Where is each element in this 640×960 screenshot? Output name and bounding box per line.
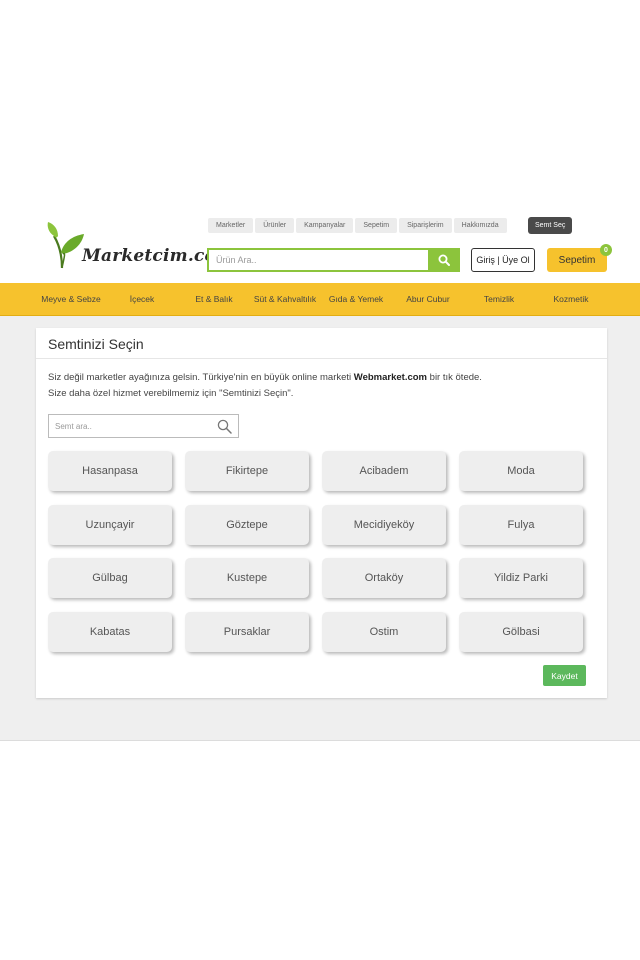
panel-description-line1: Siz değil marketler ayağınıza gelsin. Tü… [48, 372, 482, 383]
category-kozmetik[interactable]: Kozmetik [554, 283, 589, 316]
category-abur-cubur[interactable]: Abur Cubur [406, 283, 449, 316]
login-register-button[interactable]: Giriş | Üye Ol [471, 248, 535, 272]
district-tile-golbasi[interactable]: Gölbasi [459, 612, 583, 652]
semt-sec-button[interactable]: Semt Seç [528, 217, 573, 234]
district-grid: Hasanpasa Fikirtepe Acibadem Moda Uzunça… [48, 451, 588, 656]
save-button[interactable]: Kaydet [543, 665, 586, 686]
district-tile-yildiz-parki[interactable]: Yildiz Parki [459, 558, 583, 598]
category-gida-yemek[interactable]: Gıda & Yemek [329, 283, 383, 316]
top-nav: Marketler Ürünler Kampanyalar Sepetim Si… [208, 218, 507, 233]
district-search [48, 414, 239, 438]
district-tile-gulbag[interactable]: Gülbag [48, 558, 172, 598]
category-temizlik[interactable]: Temizlik [484, 283, 514, 316]
brand-name: Webmarket.com [353, 372, 428, 383]
search-button[interactable] [428, 248, 460, 272]
product-search [207, 248, 460, 272]
district-tile-kabatas[interactable]: Kabatas [48, 612, 172, 652]
desc-suffix: bir tık ötede. [427, 372, 482, 383]
category-sut-kahvaltilik[interactable]: Süt & Kahvaltılık [254, 283, 316, 316]
search-icon [217, 419, 232, 434]
district-tile-goztepe[interactable]: Göztepe [185, 505, 309, 545]
topnav-hakkimizda[interactable]: Hakkımızda [453, 218, 507, 233]
category-meyve-sebze[interactable]: Meyve & Sebze [41, 283, 101, 316]
category-icecek[interactable]: İçecek [130, 283, 155, 316]
district-tile-mecidiyekoy[interactable]: Mecidiyeköy [322, 505, 446, 545]
topnav-urunler[interactable]: Ürünler [255, 218, 295, 233]
district-tile-fulya[interactable]: Fulya [459, 505, 583, 545]
district-tile-pursaklar[interactable]: Pursaklar [185, 612, 309, 652]
district-tile-ortakoy[interactable]: Ortaköy [322, 558, 446, 598]
site-logo[interactable]: Marketcim.com [46, 222, 234, 272]
district-tile-fikirtepe[interactable]: Fikirtepe [185, 451, 309, 491]
panel-title: Semtinizi Seçin [48, 336, 144, 352]
district-tile-hasanpasa[interactable]: Hasanpasa [48, 451, 172, 491]
search-icon [438, 254, 450, 266]
category-et-balik[interactable]: Et & Balık [195, 283, 232, 316]
topnav-marketler[interactable]: Marketler [208, 218, 254, 233]
district-search-input[interactable] [49, 415, 209, 437]
cart-count-badge: 0 [600, 244, 612, 256]
district-tile-uzuncayir[interactable]: Uzunçayir [48, 505, 172, 545]
product-search-input[interactable] [207, 248, 428, 272]
category-bar: Meyve & Sebze İçecek Et & Balık Süt & Ka… [0, 283, 640, 316]
desc-prefix: Siz değil marketler ayağınıza gelsin. Tü… [48, 372, 354, 383]
district-tile-ostim[interactable]: Ostim [322, 612, 446, 652]
panel-divider [36, 358, 607, 359]
district-tile-kustepe[interactable]: Kustepe [185, 558, 309, 598]
district-selection-panel: Semtinizi Seçin Siz değil marketler ayağ… [36, 328, 607, 698]
topnav-sepetim[interactable]: Sepetim [355, 218, 398, 233]
topnav-siparislerim[interactable]: Siparişlerim [399, 218, 452, 233]
cart-button[interactable]: Sepetim [547, 248, 607, 272]
panel-description-line2: Size daha özel hizmet verebilmemiz için … [48, 388, 294, 399]
district-tile-acibadem[interactable]: Acibadem [322, 451, 446, 491]
topnav-kampanyalar[interactable]: Kampanyalar [296, 218, 354, 233]
district-tile-moda[interactable]: Moda [459, 451, 583, 491]
